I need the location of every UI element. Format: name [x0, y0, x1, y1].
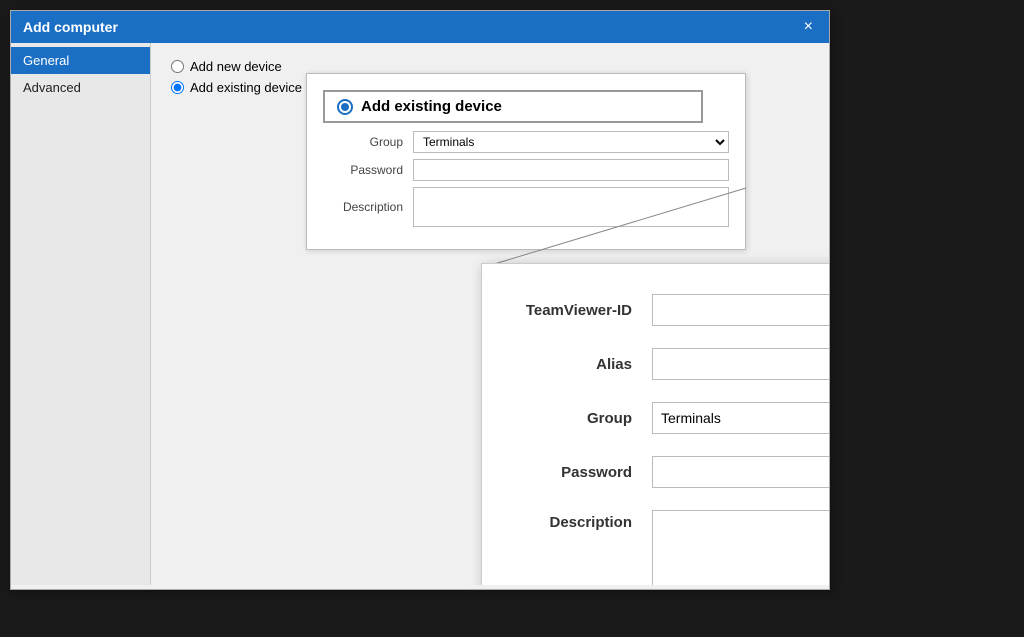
small-group-select[interactable]: Terminals — [413, 131, 729, 153]
alias-input[interactable] — [652, 348, 829, 380]
alias-label: Alias — [522, 356, 652, 373]
sidebar-item-general[interactable]: General — [11, 47, 150, 74]
large-form-alias-row: Alias — [522, 348, 829, 380]
group-select[interactable]: Terminals — [652, 402, 829, 434]
add-computer-dialog: Add computer × General Advanced Add new … — [10, 10, 830, 590]
radio-selected-icon — [337, 99, 353, 115]
small-group-label: Group — [323, 135, 413, 149]
small-form-description-row: Description — [323, 187, 729, 227]
password-input[interactable] — [652, 456, 829, 488]
dialog-title: Add computer — [23, 19, 118, 35]
small-form-group-row: Group Terminals — [323, 131, 729, 153]
group-select-wrapper: Terminals ▼ — [652, 402, 829, 434]
large-form-teamviewer-row: TeamViewer-ID — [522, 294, 829, 326]
password-label: Password — [522, 464, 652, 481]
small-form-preview: Add existing device Group Terminals Pass… — [306, 73, 746, 250]
teamviewer-id-input[interactable] — [652, 294, 829, 326]
large-form-description-row: Description — [522, 510, 829, 585]
small-password-label: Password — [323, 163, 413, 177]
teamviewer-id-label: TeamViewer-ID — [522, 302, 652, 319]
dialog-close-button[interactable]: × — [800, 19, 817, 35]
large-form-group-row: Group Terminals ▼ — [522, 402, 829, 434]
selected-option-label: Add existing device — [361, 98, 502, 115]
description-input[interactable] — [652, 510, 829, 585]
description-label: Description — [522, 510, 652, 531]
add-new-device-radio[interactable] — [171, 60, 184, 73]
main-content: Add new device Add existing device Add e… — [151, 43, 829, 585]
small-form-password-row: Password — [323, 159, 729, 181]
group-label: Group — [522, 410, 652, 427]
sidebar: General Advanced — [11, 43, 151, 585]
dialog-body: General Advanced Add new device Add exis… — [11, 43, 829, 585]
small-description-input[interactable] — [413, 187, 729, 227]
small-description-label: Description — [323, 200, 413, 214]
dialog-titlebar: Add computer × — [11, 11, 829, 43]
large-form: TeamViewer-ID Alias Group Terminals ▼ — [481, 263, 829, 585]
sidebar-item-advanced[interactable]: Advanced — [11, 74, 150, 101]
large-form-password-row: Password — [522, 456, 829, 488]
selected-label-box: Add existing device — [323, 90, 703, 123]
add-existing-device-radio[interactable] — [171, 81, 184, 94]
add-new-device-option[interactable]: Add new device — [171, 59, 809, 74]
small-password-input[interactable] — [413, 159, 729, 181]
